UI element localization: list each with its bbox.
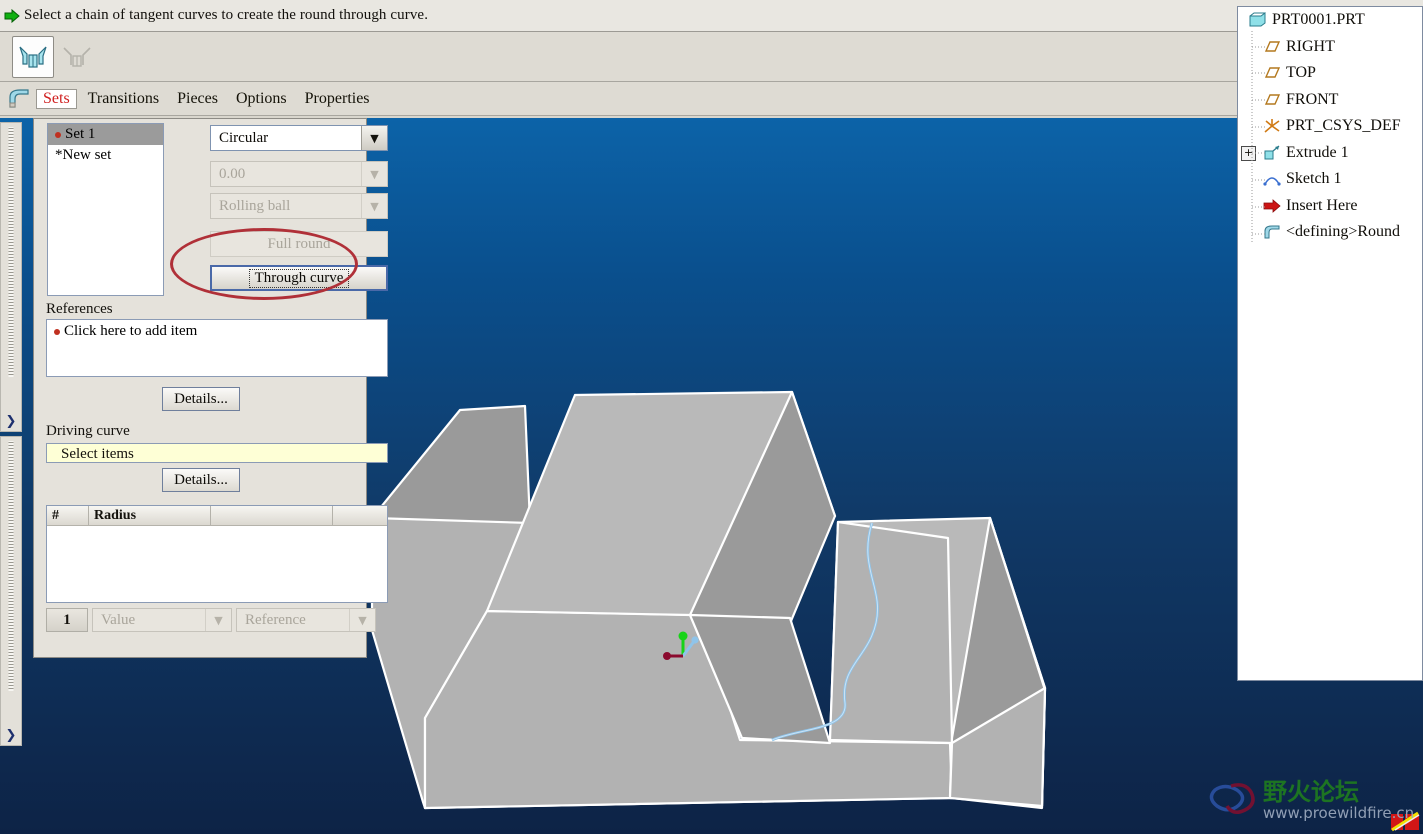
driving-curve-details-label: Details... [174,471,228,488]
watermark-logo-icon [1209,783,1255,814]
tab-options[interactable]: Options [229,89,294,109]
green-arrow-icon [4,8,20,23]
tree-item-front[interactable]: FRONT [1238,87,1422,114]
tree-label: PRT0001.PRT [1272,11,1365,29]
message-bar: Select a chain of tangent curves to crea… [0,0,1423,32]
tree-item-insert-here[interactable]: Insert Here [1238,193,1422,220]
model-tree[interactable]: PRT0001.PRT RIGHT TOP FRONT PRT_CSYS_DEF… [1237,6,1423,681]
tree-label: FRONT [1286,90,1339,108]
tree-item-right[interactable]: RIGHT [1238,34,1422,61]
radius-table-header: # Radius [47,506,387,526]
toolbar-grip[interactable] [8,127,14,377]
tree-item-extrude[interactable]: + Extrude 1 [1238,140,1422,167]
tab-properties[interactable]: Properties [298,89,377,109]
round-feature-icon [1264,225,1280,239]
tree-label: PRT_CSYS_DEF [1286,117,1401,135]
datum-plane-icon [1264,94,1281,105]
message-text: Select a chain of tangent curves to crea… [24,7,429,23]
sketch-icon [1263,177,1281,186]
tree-label: Insert Here [1286,196,1358,214]
round-transitions-icon [56,36,98,78]
left-toolbar-lower[interactable]: ❯ [0,436,22,746]
coordinate-system-icon [1264,119,1280,133]
radius-table[interactable]: # Radius [46,505,388,603]
shape-dropdown-value: Circular [219,129,269,146]
col-radius: Radius [89,506,211,525]
watermark-title: 野火论坛 [1263,778,1359,806]
references-details-label: Details... [174,390,228,407]
set-list-item-set1[interactable]: Set 1 [48,124,163,145]
chevron-right-icon[interactable]: ❯ [6,729,17,742]
reference-value: Reference [245,611,306,628]
chevron-down-icon[interactable]: ▼ [361,126,387,150]
set-list[interactable]: Set 1 *New set [47,123,164,296]
tab-sets[interactable]: Sets [36,88,77,109]
insert-here-arrow-icon [1263,198,1281,213]
toolbar-grip[interactable] [8,441,14,691]
references-item[interactable]: Click here to add item [47,320,387,340]
tree-label: Extrude 1 [1286,143,1349,161]
chevron-down-icon: ▼ [205,609,231,631]
driving-curve-collector[interactable]: Select items [46,443,388,463]
round-dashboard-panel: Set 1 *New set Circular ▼ 0.00 ▼ Rolling… [33,118,388,658]
through-curve-label: Through curve [248,268,350,288]
forum-watermark: 野火论坛 www.proewildfire.cn [1205,772,1419,827]
col-blank-2 [333,506,387,525]
tree-item-part[interactable]: PRT0001.PRT [1238,7,1422,34]
tree-label: Sketch 1 [1286,170,1342,188]
references-listbox[interactable]: Click here to add item [46,319,388,377]
round-transition-sets-icon[interactable] [12,36,54,78]
radius-dropdown: 0.00 ▼ [210,161,388,187]
part-icon [1249,12,1266,27]
tab-transitions[interactable]: Transitions [81,89,166,109]
radius-dropdown-value: 0.00 [219,165,246,182]
driving-curve-value: Select items [61,446,134,462]
tree-label: RIGHT [1286,37,1335,55]
set-bullet-icon [55,131,61,138]
driving-curve-label: Driving curve [46,423,130,439]
references-details-button[interactable]: Details... [162,387,240,411]
col-number: # [47,506,89,525]
tab-pieces[interactable]: Pieces [170,89,225,109]
dashboard-tab-bar: Sets Transitions Pieces Options Properti… [0,82,1423,116]
references-item-label: Click here to add item [64,323,198,339]
tree-item-round[interactable]: <defining>Round [1238,219,1422,246]
value-type-dropdown: Value ▼ [92,608,232,632]
new-set-label: *New set [55,147,112,163]
col-blank-1 [211,506,333,525]
driving-curve-details-button[interactable]: Details... [162,468,240,492]
round-feature-icon [9,88,29,108]
shape-dropdown[interactable]: Circular ▼ [210,125,388,151]
set-list-item-new[interactable]: *New set [48,145,163,166]
watermark-url: www.proewildfire.cn [1263,804,1414,822]
chevron-right-icon[interactable]: ❯ [6,415,17,428]
chevron-down-icon: ▼ [349,609,375,631]
left-toolbar-upper[interactable]: ❯ [0,122,22,432]
tree-label: TOP [1286,64,1316,82]
full-round-button: Full round [210,231,388,257]
dashboard-icon-toolbar [0,32,1423,82]
creation-method-dropdown: Rolling ball ▼ [210,193,388,219]
full-round-label: Full round [267,235,331,252]
tree-label: <defining>Round [1286,223,1401,241]
tree-item-csys[interactable]: PRT_CSYS_DEF [1238,113,1422,140]
tree-item-sketch[interactable]: Sketch 1 [1238,166,1422,193]
datum-plane-icon [1264,41,1281,52]
reference-bullet-icon [54,328,60,335]
creation-method-value: Rolling ball [219,197,291,214]
reference-dropdown: Reference ▼ [236,608,376,632]
set-label: Set 1 [65,126,96,142]
pro-engineer-window: .f{fill:#b2b2b2;stroke:#ffffff;stroke-wi… [0,0,1423,834]
value-type-value: Value [101,611,136,628]
expand-plus-icon[interactable]: + [1241,145,1256,161]
tree-item-top[interactable]: TOP [1238,60,1422,87]
references-label: References [46,301,113,317]
radius-row-number[interactable]: 1 [46,608,88,632]
chevron-down-icon: ▼ [361,162,387,186]
chevron-down-icon: ▼ [361,194,387,218]
extrude-icon [1264,145,1280,160]
through-curve-button[interactable]: Through curve [210,265,388,291]
datum-plane-icon [1264,67,1281,78]
